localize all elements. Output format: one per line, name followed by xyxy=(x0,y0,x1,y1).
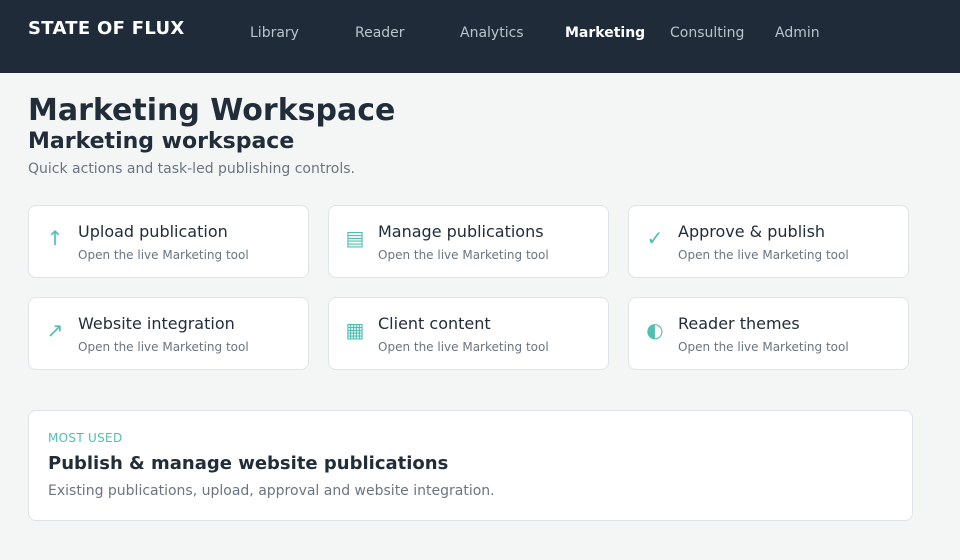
card-website-integration[interactable]: ↗ Website integration Open the live Mark… xyxy=(28,297,309,370)
card-title: Client content xyxy=(378,314,491,333)
top-navigation-bar: STATE OF FLUX Library Reader Analytics M… xyxy=(0,0,960,73)
card-client-content[interactable]: ▦ Client content Open the live Marketing… xyxy=(328,297,609,370)
most-used-label: MOST USED xyxy=(48,431,123,445)
card-title: Approve & publish xyxy=(678,222,826,241)
card-title: Manage publications xyxy=(378,222,544,241)
card-description: Open the live Marketing tool xyxy=(78,248,249,262)
nav-item-marketing[interactable]: Marketing xyxy=(565,25,645,41)
list-icon: ▤ xyxy=(345,226,365,250)
page-title: Marketing Workspace xyxy=(28,93,396,128)
most-used-panel[interactable]: MOST USED Publish & manage website publi… xyxy=(28,410,913,521)
card-description: Open the live Marketing tool xyxy=(678,340,849,354)
nav-item-admin[interactable]: Admin xyxy=(775,25,820,41)
card-upload-publication[interactable]: ↑ Upload publication Open the live Marke… xyxy=(28,205,309,278)
card-description: Open the live Marketing tool xyxy=(678,248,849,262)
feature-description: Existing publications, upload, approval … xyxy=(48,483,495,499)
feature-title: Publish & manage website publications xyxy=(48,453,449,474)
half-circle-icon: ◐ xyxy=(646,318,664,342)
grid-icon: ▦ xyxy=(345,318,365,342)
up-arrow-icon: ↑ xyxy=(46,226,64,250)
nav-item-library[interactable]: Library xyxy=(250,25,299,41)
card-title: Reader themes xyxy=(678,314,800,333)
nav-item-reader[interactable]: Reader xyxy=(355,25,405,41)
card-title: Website integration xyxy=(78,314,235,333)
card-reader-themes[interactable]: ◐ Reader themes Open the live Marketing … xyxy=(628,297,909,370)
nav-item-analytics[interactable]: Analytics xyxy=(460,25,524,41)
brand-logo[interactable]: STATE OF FLUX xyxy=(28,18,185,39)
card-approve-publish[interactable]: ✓ Approve & publish Open the live Market… xyxy=(628,205,909,278)
card-manage-publications[interactable]: ▤ Manage publications Open the live Mark… xyxy=(328,205,609,278)
page-subtitle: Quick actions and task-led publishing co… xyxy=(28,161,355,177)
check-icon: ✓ xyxy=(646,226,664,250)
card-description: Open the live Marketing tool xyxy=(78,340,249,354)
section-heading: Marketing workspace xyxy=(28,129,295,154)
card-description: Open the live Marketing tool xyxy=(378,340,549,354)
diagonal-arrow-icon: ↗ xyxy=(46,318,64,342)
card-description: Open the live Marketing tool xyxy=(378,248,549,262)
nav-item-consulting[interactable]: Consulting xyxy=(670,25,744,41)
card-title: Upload publication xyxy=(78,222,228,241)
